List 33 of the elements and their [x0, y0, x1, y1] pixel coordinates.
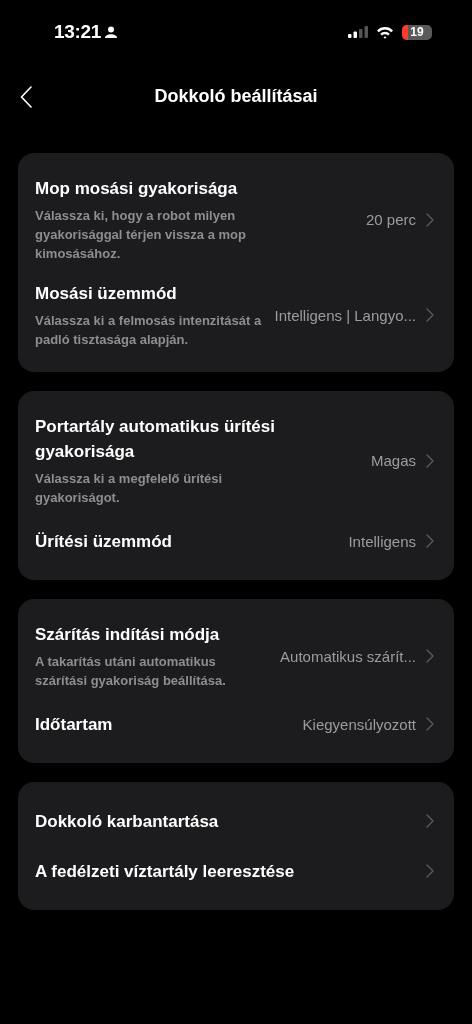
setting-value[interactable]: Intelligens — [348, 532, 416, 550]
setting-description: A takarítás utáni automatikus szárítási gyakoriság beállítása. — [35, 653, 227, 690]
person-icon — [105, 26, 118, 38]
setting-description: Válassza ki a felmosás intenzitását a padló tisztasága alapján. — [35, 312, 263, 349]
chevron-icon[interactable] — [426, 212, 434, 227]
setting-value[interactable]: Automatikus szárít... — [280, 647, 416, 665]
chevron-icon[interactable] — [426, 649, 434, 663]
chevron-icon[interactable] — [426, 534, 434, 548]
setting-title[interactable]: Portartály automatikus ürítési gyakorisága — [35, 414, 335, 464]
status-time: 13:21 — [54, 21, 102, 43]
setting-title[interactable]: Ürítési üzemmód — [35, 528, 335, 554]
signal-icon — [348, 26, 368, 38]
setting-title[interactable]: Mosási üzemmód — [35, 281, 265, 306]
setting-title[interactable]: A fedélzeti víztartály leeresztése — [35, 858, 335, 884]
setting-title[interactable]: Dokkoló karbantartása — [35, 808, 335, 834]
setting-value[interactable]: Magas — [370, 452, 416, 469]
setting-description: Válassza ki a megfelelő ürítési gyakoriságot. — [35, 470, 224, 507]
chevron-icon[interactable] — [426, 453, 434, 468]
chevron-icon[interactable] — [426, 814, 434, 828]
chevron-icon[interactable] — [426, 864, 434, 878]
setting-value[interactable]: Intelligens | Langyo... — [274, 306, 416, 324]
back-icon[interactable] — [20, 86, 32, 108]
chevron-icon[interactable] — [426, 308, 434, 322]
setting-title[interactable]: Időtartam — [35, 711, 293, 737]
setting-title[interactable]: Mop mosási gyakorisága — [35, 176, 335, 201]
setting-value[interactable]: 20 perc — [365, 211, 416, 228]
battery-icon: 19 — [402, 24, 432, 40]
setting-title[interactable]: Szárítás indítási módja — [35, 622, 271, 647]
page-title: Dokkoló beállításai — [154, 85, 318, 107]
wifi-icon — [376, 25, 394, 39]
chevron-icon[interactable] — [426, 717, 434, 731]
setting-description: Válassza ki, hogy a robot milyen gyakorisággal térjen vissza a mop kimosásához. — [35, 207, 247, 263]
setting-value[interactable]: Kiegyensúlyozott — [302, 715, 416, 733]
